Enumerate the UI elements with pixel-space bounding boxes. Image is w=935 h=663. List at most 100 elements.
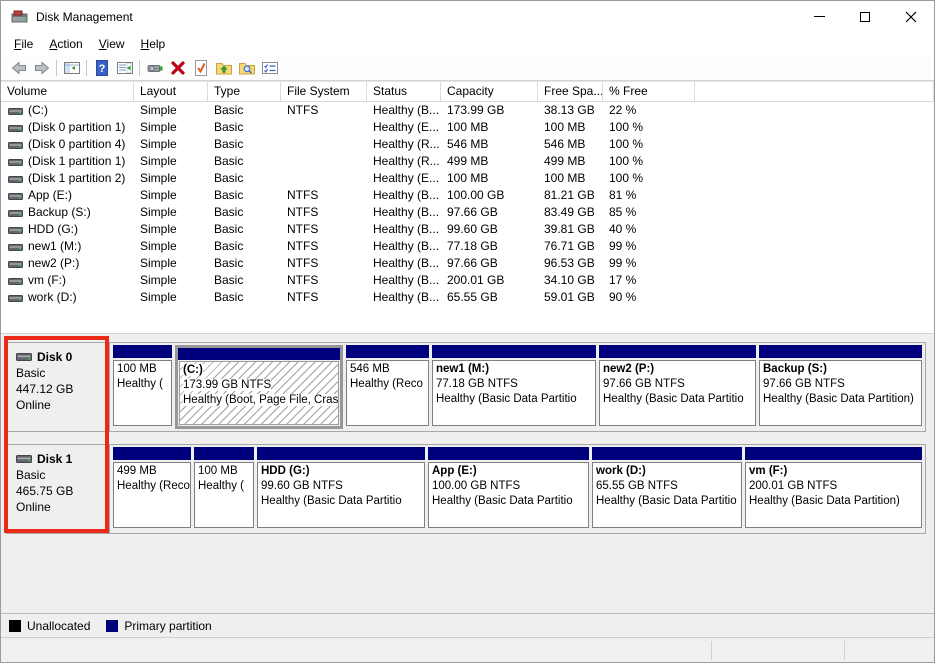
disk-1-label[interactable]: Disk 1 Basic 465.75 GB Online <box>7 445 110 533</box>
partition-disk1-app[interactable]: App (E:) 100.00 GB NTFS Healthy (Basic D… <box>428 447 589 531</box>
partition-disk1-vm[interactable]: vm (F:) 200.01 GB NTFS Healthy (Basic Da… <box>745 447 922 531</box>
table-row[interactable]: (Disk 0 partition 1) Simple Basic Health… <box>1 119 934 136</box>
col-type[interactable]: Type <box>208 82 281 101</box>
minimize-button[interactable] <box>796 1 842 32</box>
volume-icon <box>8 140 23 150</box>
partition-status: Healthy (Reco <box>117 480 190 492</box>
col-volume[interactable]: Volume <box>1 82 134 101</box>
disk-0-label[interactable]: Disk 0 Basic 447.12 GB Online <box>7 343 110 431</box>
partition-disk1-recovery[interactable]: 499 MB Healthy (Reco <box>113 447 191 531</box>
table-row[interactable]: (C:) Simple Basic NTFS Healthy (B... 173… <box>1 102 934 119</box>
cell-pct: 100 % <box>603 136 695 153</box>
partition-disk0-new1[interactable]: new1 (M:) 77.18 GB NTFS Healthy (Basic D… <box>432 345 596 429</box>
menu-help[interactable]: Help <box>133 35 174 53</box>
forward-button[interactable] <box>30 57 53 79</box>
menu-bar: File Action View Help <box>1 32 934 55</box>
disk-graph-view: Disk 0 Basic 447.12 GB Online 100 MB Hea… <box>1 333 934 613</box>
help-icon: ? <box>93 59 111 77</box>
table-row[interactable]: new2 (P:) Simple Basic NTFS Healthy (B..… <box>1 255 934 272</box>
folder-search-button[interactable] <box>235 57 258 79</box>
table-row[interactable]: vm (F:) Simple Basic NTFS Healthy (B... … <box>1 272 934 289</box>
table-row[interactable]: (Disk 0 partition 4) Simple Basic Health… <box>1 136 934 153</box>
disk-1-row: Disk 1 Basic 465.75 GB Online 499 MB Hea… <box>6 444 926 534</box>
disk-size: 447.12 GB <box>16 381 107 397</box>
cell-fs: NTFS <box>281 272 367 289</box>
folder-search-icon <box>238 59 256 77</box>
legend-unallocated: Unallocated <box>9 619 90 633</box>
folder-up-button[interactable] <box>212 57 235 79</box>
device-view-button[interactable] <box>143 57 166 79</box>
cell-fs: NTFS <box>281 255 367 272</box>
export-list-button[interactable] <box>113 57 136 79</box>
col-layout[interactable]: Layout <box>134 82 208 101</box>
partition-disk0-backup[interactable]: Backup (S:) 97.66 GB NTFS Healthy (Basic… <box>759 345 922 429</box>
partition-disk0-new2[interactable]: new2 (P:) 97.66 GB NTFS Healthy (Basic D… <box>599 345 756 429</box>
cell-fs: NTFS <box>281 187 367 204</box>
partition-size: 499 MB <box>117 465 157 477</box>
help-button[interactable]: ? <box>90 57 113 79</box>
partition-name: new1 (M:) <box>436 363 489 375</box>
properties-button[interactable] <box>258 57 281 79</box>
disk-status: Online <box>16 499 107 515</box>
cell-fs: NTFS <box>281 238 367 255</box>
cell-pct: 81 % <box>603 187 695 204</box>
close-button[interactable] <box>888 1 934 32</box>
cell-pct: 99 % <box>603 238 695 255</box>
folder-up-icon <box>215 59 233 77</box>
table-row[interactable]: new1 (M:) Simple Basic NTFS Healthy (B..… <box>1 238 934 255</box>
cell-free: 96.53 GB <box>538 255 603 272</box>
menu-action[interactable]: Action <box>41 35 90 53</box>
cell-pct: 100 % <box>603 119 695 136</box>
cell-fs: NTFS <box>281 221 367 238</box>
col-file-system[interactable]: File System <box>281 82 367 101</box>
volume-icon <box>8 123 23 133</box>
volume-list-header: Volume Layout Type File System Status Ca… <box>1 82 934 102</box>
disk-management-window: Disk Management File Action View Help <box>0 0 935 663</box>
col-status[interactable]: Status <box>367 82 441 101</box>
back-button[interactable] <box>7 57 30 79</box>
cell-capacity: 65.55 GB <box>441 289 538 306</box>
cell-status: Healthy (B... <box>367 238 441 255</box>
maximize-button[interactable] <box>842 1 888 32</box>
partition-status: Healthy (Reco <box>350 378 423 390</box>
cell-type: Basic <box>208 187 281 204</box>
mark-partition-button[interactable] <box>189 57 212 79</box>
console-tree-button[interactable] <box>60 57 83 79</box>
partition-size: 77.18 GB NTFS <box>436 378 518 390</box>
partition-disk0-c[interactable]: (C:) 173.99 GB NTFS Healthy (Boot, Page … <box>175 345 343 429</box>
cell-fs: NTFS <box>281 289 367 306</box>
partition-status: Healthy (Basic Data Partition) <box>763 393 914 405</box>
table-row[interactable]: HDD (G:) Simple Basic NTFS Healthy (B...… <box>1 221 934 238</box>
partition-disk1-work[interactable]: work (D:) 65.55 GB NTFS Healthy (Basic D… <box>592 447 742 531</box>
partition-status: Healthy ( <box>117 378 163 390</box>
menu-view[interactable]: View <box>91 35 133 53</box>
cell-status: Healthy (B... <box>367 102 441 119</box>
table-row[interactable]: (Disk 1 partition 1) Simple Basic Health… <box>1 153 934 170</box>
partition-disk0-recovery[interactable]: 546 MB Healthy (Reco <box>346 345 429 429</box>
partition-disk1-efi[interactable]: 100 MB Healthy ( <box>194 447 254 531</box>
status-bar <box>1 638 934 663</box>
cell-free: 81.21 GB <box>538 187 603 204</box>
cell-layout: Simple <box>134 238 208 255</box>
cell-pct: 100 % <box>603 153 695 170</box>
col-pct-free[interactable]: % Free <box>603 82 695 101</box>
cell-capacity: 499 MB <box>441 153 538 170</box>
primary-partition-bar <box>113 447 191 460</box>
table-row[interactable]: work (D:) Simple Basic NTFS Healthy (B..… <box>1 289 934 306</box>
table-row[interactable]: Backup (S:) Simple Basic NTFS Healthy (B… <box>1 204 934 221</box>
partition-disk1-hdd[interactable]: HDD (G:) 99.60 GB NTFS Healthy (Basic Da… <box>257 447 425 531</box>
disk-kind: Basic <box>16 467 107 483</box>
menu-file[interactable]: File <box>6 35 41 53</box>
toolbar: ? <box>1 55 934 81</box>
volume-name: vm (F:) <box>28 272 66 289</box>
delete-button[interactable] <box>166 57 189 79</box>
volume-name: App (E:) <box>28 187 72 204</box>
table-row[interactable]: (Disk 1 partition 2) Simple Basic Health… <box>1 170 934 187</box>
col-capacity[interactable]: Capacity <box>441 82 538 101</box>
cell-capacity: 100 MB <box>441 119 538 136</box>
cell-free: 34.10 GB <box>538 272 603 289</box>
table-row[interactable]: App (E:) Simple Basic NTFS Healthy (B...… <box>1 187 934 204</box>
partition-disk0-efi[interactable]: 100 MB Healthy ( <box>113 345 172 429</box>
col-free-space[interactable]: Free Spa... <box>538 82 603 101</box>
cell-type: Basic <box>208 221 281 238</box>
